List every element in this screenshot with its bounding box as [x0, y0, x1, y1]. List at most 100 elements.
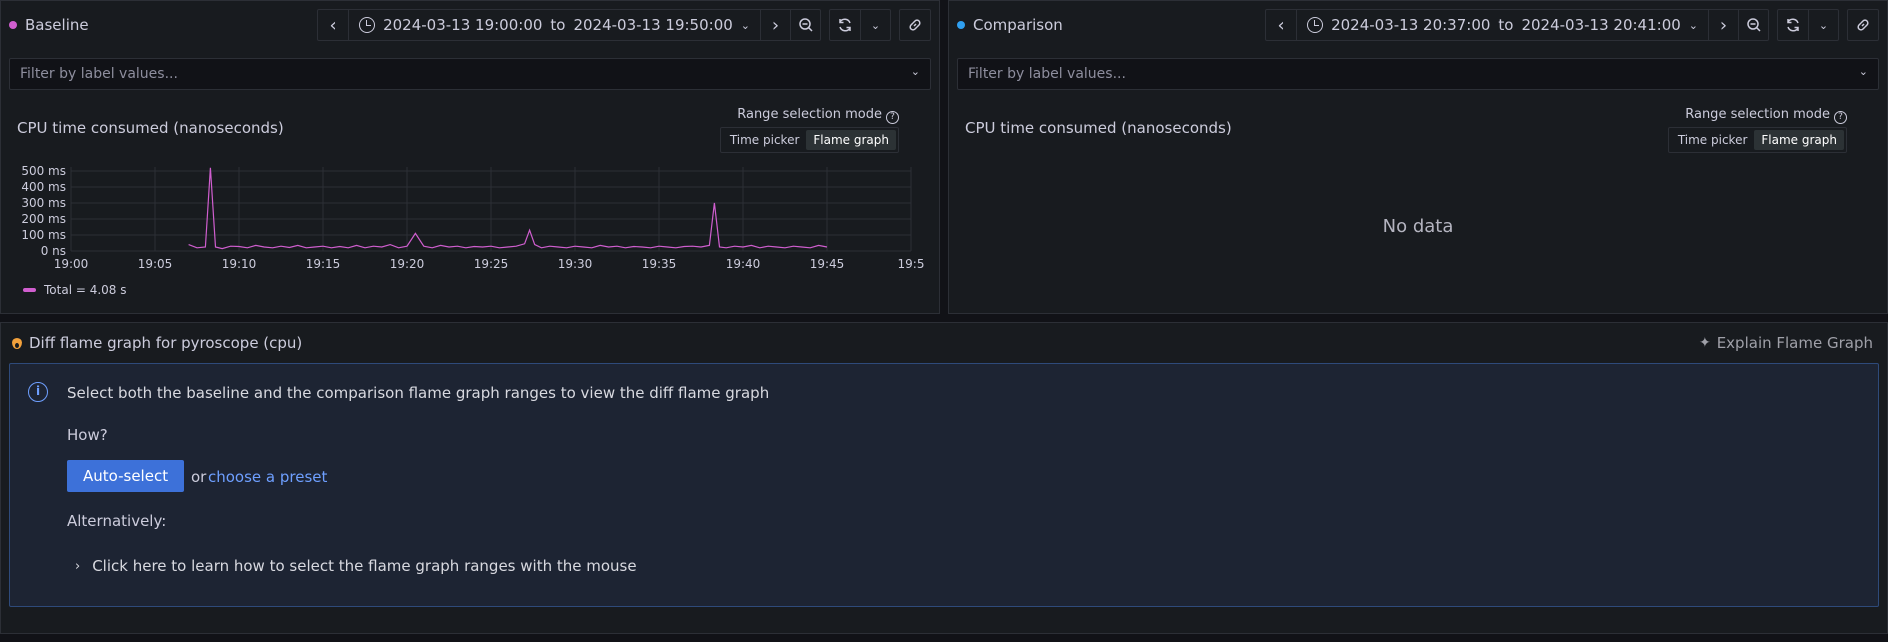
refresh-icon[interactable]: [830, 10, 860, 40]
time-range-from: 2024-03-13 19:00:00: [383, 16, 543, 34]
range-mode-time-picker[interactable]: Time picker: [1671, 130, 1755, 150]
baseline-header: Baseline 2024-03-13 19:00:00 to 2024-03-…: [9, 9, 931, 41]
help-icon: ?: [1834, 111, 1847, 124]
y-tick-label: 200 ms: [21, 212, 66, 226]
series-line: [188, 167, 828, 250]
time-range-sep: to: [1498, 16, 1514, 34]
chevron-down-icon: ⌄: [1688, 18, 1698, 32]
baseline-controls: 2024-03-13 19:00:00 to 2024-03-13 19:50:…: [317, 9, 931, 41]
range-mode-label: Range selection mode?: [1685, 107, 1847, 124]
refresh-icon[interactable]: [1778, 10, 1808, 40]
baseline-chart-title: CPU time consumed (nanoseconds): [17, 119, 284, 137]
baseline-panel: Baseline 2024-03-13 19:00:00 to 2024-03-…: [0, 0, 940, 314]
chevron-left-icon[interactable]: [318, 10, 348, 40]
comparison-header: Comparison 2024-03-13 20:37:00 to 2024-0…: [957, 9, 1879, 41]
flame-icon: [11, 336, 23, 350]
auto-select-button[interactable]: Auto-select: [67, 460, 185, 492]
comparison-title-text: Comparison: [973, 16, 1063, 34]
alternatively-label: Alternatively:: [67, 512, 167, 530]
x-tick-label: 19:45: [810, 257, 845, 271]
learn-more-toggle[interactable]: › Click here to learn how to select the …: [75, 557, 637, 575]
baseline-filter-input[interactable]: [10, 59, 930, 89]
chevron-right-icon[interactable]: [1708, 10, 1738, 40]
diff-panel-title: Diff flame graph for pyroscope (cpu): [11, 331, 302, 355]
comparison-share-group: [1847, 9, 1879, 41]
x-tick-label: 19:10: [222, 257, 257, 271]
x-tick-label: 19:40: [726, 257, 761, 271]
baseline-legend[interactable]: Total = 4.08 s: [23, 283, 127, 297]
x-tick-label: 19:00: [54, 257, 89, 271]
clock-icon: [1307, 17, 1324, 33]
y-tick-label: 100 ms: [21, 228, 66, 242]
x-tick-label: 19:15: [306, 257, 341, 271]
comparison-refresh-group: ⌄: [1777, 9, 1839, 41]
range-mode-flame-graph[interactable]: Flame graph: [1754, 130, 1844, 150]
baseline-title: Baseline: [9, 9, 89, 41]
range-mode-label: Range selection mode?: [737, 107, 899, 124]
comparison-controls: 2024-03-13 20:37:00 to 2024-03-13 20:41:…: [1265, 9, 1879, 41]
chevron-left-icon[interactable]: [1266, 10, 1296, 40]
y-tick-label: 400 ms: [21, 180, 66, 194]
comparison-filter[interactable]: ⌄: [957, 58, 1879, 90]
info-icon: i: [28, 382, 48, 402]
comparison-range-mode: Range selection mode? Time picker Flame …: [1657, 107, 1847, 153]
or-text: or: [191, 468, 207, 486]
range-mode-selector: Time picker Flame graph: [719, 127, 899, 153]
comparison-panel: Comparison 2024-03-13 20:37:00 to 2024-0…: [948, 0, 1888, 314]
legend-label: Total = 4.08 s: [44, 283, 127, 297]
time-range-from: 2024-03-13 20:37:00: [1331, 16, 1491, 34]
zoom-out-icon[interactable]: [1738, 10, 1768, 40]
time-range-to: 2024-03-13 19:50:00: [573, 16, 733, 34]
time-range-sep: to: [550, 16, 566, 34]
no-data-message: No data: [1382, 216, 1454, 237]
choose-preset-link[interactable]: choose a preset: [208, 468, 327, 486]
baseline-refresh-group: ⌄: [829, 9, 891, 41]
explain-label: Explain Flame Graph: [1716, 334, 1873, 352]
baseline-dot-icon: [9, 21, 17, 29]
learn-more-text: Click here to learn how to select the fl…: [92, 557, 637, 575]
baseline-time-range-picker[interactable]: 2024-03-13 19:00:00 to 2024-03-13 19:50:…: [348, 10, 760, 40]
baseline-chart[interactable]: 0 ns 100 ms 200 ms 300 ms 400 ms 500 ms 19:00 1…: [1, 151, 941, 281]
range-mode-flame-graph[interactable]: Flame graph: [806, 130, 896, 150]
link-icon[interactable]: [900, 10, 930, 40]
x-tick-label: 19:20: [390, 257, 425, 271]
chevron-down-icon: ⌄: [740, 18, 750, 32]
info-message: Select both the baseline and the compari…: [67, 384, 770, 402]
zoom-out-icon[interactable]: [790, 10, 820, 40]
range-mode-time-picker[interactable]: Time picker: [723, 130, 807, 150]
y-tick-label: 500 ms: [21, 164, 66, 178]
chevron-right-icon[interactable]: [760, 10, 790, 40]
chevron-down-icon[interactable]: ⌄: [860, 10, 890, 40]
link-icon[interactable]: [1848, 10, 1878, 40]
comparison-time-range-picker[interactable]: 2024-03-13 20:37:00 to 2024-03-13 20:41:…: [1296, 10, 1708, 40]
x-tick-label: 19:5: [898, 257, 925, 271]
info-alert: i Select both the baseline and the compa…: [9, 363, 1879, 607]
range-mode-selector: Time picker Flame graph: [1667, 127, 1847, 153]
clock-icon: [359, 17, 376, 33]
sparkle-icon: ✦: [1698, 335, 1711, 351]
how-label: How?: [67, 426, 108, 444]
x-tick-label: 19:25: [474, 257, 509, 271]
comparison-filter-input[interactable]: [958, 59, 1878, 89]
baseline-title-text: Baseline: [25, 16, 89, 34]
diff-title-text: Diff flame graph for pyroscope (cpu): [29, 334, 303, 352]
y-tick-label: 0 ns: [41, 244, 66, 258]
baseline-time-range-group: 2024-03-13 19:00:00 to 2024-03-13 19:50:…: [317, 9, 821, 41]
comparison-chart-title: CPU time consumed (nanoseconds): [965, 119, 1232, 137]
chevron-down-icon[interactable]: ⌄: [1808, 10, 1838, 40]
explain-flame-graph-button[interactable]: ✦ Explain Flame Graph: [1699, 331, 1873, 355]
chevron-down-icon: ⌄: [910, 65, 920, 78]
help-icon: ?: [886, 111, 899, 124]
time-range-to: 2024-03-13 20:41:00: [1521, 16, 1681, 34]
baseline-range-mode: Range selection mode? Time picker Flame …: [709, 107, 899, 153]
comparison-title: Comparison: [957, 9, 1063, 41]
x-tick-label: 19:05: [138, 257, 173, 271]
chevron-right-icon: ›: [75, 558, 81, 574]
chevron-down-icon: ⌄: [1858, 65, 1868, 78]
x-tick-label: 19:35: [642, 257, 677, 271]
baseline-share-group: [899, 9, 931, 41]
comparison-dot-icon: [957, 21, 965, 29]
baseline-filter[interactable]: ⌄: [9, 58, 931, 90]
legend-swatch: [23, 288, 36, 292]
diff-flame-graph-panel: Diff flame graph for pyroscope (cpu) ✦ E…: [0, 322, 1888, 634]
